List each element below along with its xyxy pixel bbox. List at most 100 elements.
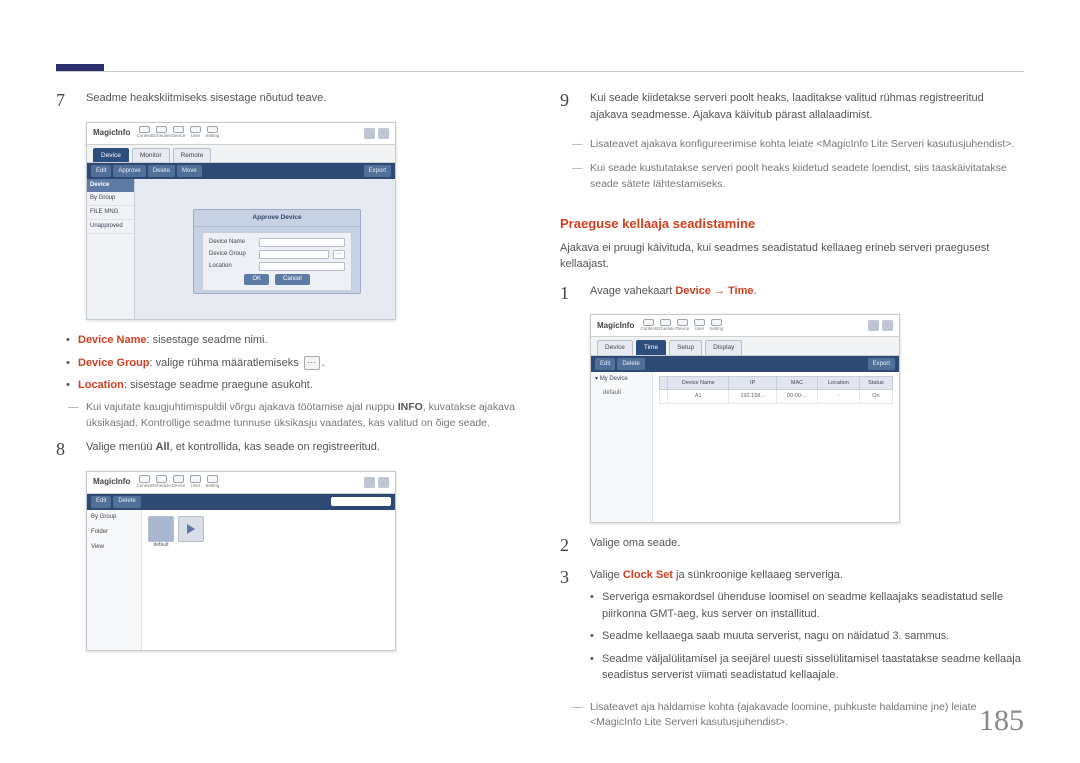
table-row: A1 192.168... 00-00-... - On [660, 390, 893, 403]
btn-move: Move [177, 165, 202, 177]
screenshot-device-time: MagicInfo Content Schedule Device User S… [590, 314, 900, 523]
tile-row: default [142, 510, 395, 556]
step3-note: Lisateavet aja haldamise kohta (ajakavad… [560, 700, 1024, 732]
header-accent-bar [56, 64, 104, 71]
step-3: 3 Valige Clock Set ja sünkroonige kellaa… [560, 567, 1024, 690]
step-text: Kui seade kiidetakse serveri poolt heaks… [590, 90, 1024, 127]
step-number: 8 [56, 439, 74, 461]
page-number: 185 [979, 698, 1024, 743]
btn-export: Export [868, 358, 895, 370]
ss-logo: MagicInfo [597, 320, 634, 332]
step9-note1: Lisateavet ajakava konfigureerimise koht… [560, 137, 1024, 153]
dialog-body: Device Name Device Group··· Location OK … [202, 232, 352, 291]
setting-icon: Setting [710, 319, 722, 333]
step-1: 1 Avage vahekaart Device → Time. [560, 283, 1024, 305]
step-2: 2 Valige oma seade. [560, 535, 1024, 557]
step-text: Seadme heakskiitmiseks sisestage nõutud … [86, 90, 520, 107]
ss-nav-icons: Content Schedule Device User Setting [138, 475, 218, 489]
ss-tree: ▾ My Device default [591, 372, 653, 522]
btn-export: Export [364, 165, 391, 177]
tab-monitor: Monitor [132, 148, 170, 163]
device-icon: Device [676, 319, 688, 333]
ss-right-icons [364, 477, 389, 488]
user-icon: User [693, 319, 705, 333]
schedule-icon: Schedule [155, 126, 167, 140]
step-number: 2 [560, 535, 578, 557]
dialog-title: Approve Device [194, 210, 360, 227]
ok-button: OK [244, 274, 269, 285]
btn-delete: Delete [148, 165, 175, 177]
step-text: Valige menüü All, et kontrollida, kas se… [86, 439, 520, 456]
tab-device: Device [93, 148, 129, 163]
step-text: Valige oma seade. [590, 535, 1024, 552]
tab-setup: Setup [669, 340, 702, 355]
ss-body: ▾ My Device default Device Name IP MAC L… [591, 372, 899, 522]
ss-toolbar: Edit Delete Export [591, 356, 899, 372]
ss-logo: MagicInfo [93, 127, 130, 139]
list-item: Seadme väljalülitamisel ja seejärel uues… [590, 651, 1024, 684]
tab-time: Time [636, 340, 666, 355]
user-icon: User [189, 126, 201, 140]
step-text: Valige Clock Set ja sünkroonige kellaaeg… [590, 567, 1024, 690]
btn-edit: Edit [595, 358, 615, 370]
device-icon: Device [172, 475, 184, 489]
btn-edit: Edit [91, 496, 111, 508]
content-icon: Content [138, 126, 150, 140]
cancel-button: Cancel [275, 274, 310, 285]
folder-tile [148, 516, 174, 542]
ss-main: Approve Device Device Name Device Group·… [135, 179, 395, 319]
device-name-field [259, 238, 345, 247]
ss-sidebar: By Group Folder View [87, 510, 142, 650]
tab-remote: Remote [173, 148, 212, 163]
section-title: Praeguse kellaaja seadistamine [560, 214, 1024, 234]
step-number: 3 [560, 567, 578, 589]
content-columns: 7 Seadme heakskiitmiseks sisestage nõutu… [56, 90, 1024, 739]
group-picker-btn: ··· [333, 250, 345, 259]
user-icon: User [189, 475, 201, 489]
schedule-icon: Schedule [659, 319, 671, 333]
schedule-icon: Schedule [155, 475, 167, 489]
group-ellipsis-icon: ··· [304, 356, 320, 370]
list-item: Seadme kellaaega saab muuta serverist, n… [590, 628, 1024, 645]
btn-delete: Delete [617, 358, 644, 370]
right-column: 9 Kui seade kiidetakse serveri poolt hea… [560, 90, 1024, 739]
ss-main: Device Name IP MAC Location Status A1 19… [653, 372, 899, 522]
bullet-device-name: Device Name: sisestage seadme nimi. [66, 332, 520, 349]
step-9: 9 Kui seade kiidetakse serveri poolt hea… [560, 90, 1024, 127]
header-divider [56, 71, 1024, 72]
step9-note2: Kui seade kustutatakse serveri poolt hea… [560, 161, 1024, 193]
screenshot-approve-device: MagicInfo Content Schedule Device User S… [86, 122, 396, 321]
side-head: Device [87, 179, 134, 192]
step7-bullets: Device Name: sisestage seadme nimi. Devi… [66, 332, 520, 394]
ss-toolbar: Edit Approve Delete Move Export [87, 163, 395, 179]
step-text: Avage vahekaart Device → Time. [590, 283, 1024, 300]
step7-note: Kui vajutate kaugjuhtimispuldil võrgu aj… [56, 400, 520, 432]
ss-header: MagicInfo Content Schedule Device User S… [87, 123, 395, 145]
tree-child: default [591, 387, 652, 400]
ss-body: Device By Group FILE MNG Unapproved Appr… [87, 179, 395, 319]
ss-header: MagicInfo Content Schedule Device User S… [591, 315, 899, 337]
ss-nav-icons: Content Schedule Device User Setting [642, 319, 722, 333]
step-number: 7 [56, 90, 74, 112]
ss-right-icons [364, 128, 389, 139]
bullet-device-group: Device Group: valige rühma määratlemisek… [66, 355, 520, 372]
section-lead: Ajakava ei pruugi käivituda, kui seadmes… [560, 240, 1024, 273]
ss-logo: MagicInfo [93, 476, 130, 488]
list-item: Serveriga esmakordsel ühenduse loomisel … [590, 589, 1024, 622]
bullet-location: Location: sisestage seadme praegune asuk… [66, 377, 520, 394]
location-field [259, 262, 345, 271]
tab-display: Display [705, 340, 742, 355]
ss-header: MagicInfo Content Schedule Device User S… [87, 472, 395, 494]
ss-right-icons [868, 320, 893, 331]
tree-root: ▾ My Device [591, 372, 652, 387]
search-box [331, 497, 391, 506]
device-icon: Device [172, 126, 184, 140]
device-group-field [259, 250, 329, 259]
step-7: 7 Seadme heakskiitmiseks sisestage nõutu… [56, 90, 520, 112]
btn-approve: Approve [113, 165, 145, 177]
btn-delete: Delete [113, 496, 140, 508]
ss-sidebar: Device By Group FILE MNG Unapproved [87, 179, 135, 319]
ss-tabs: Device Monitor Remote [87, 145, 395, 164]
screenshot-all-devices: MagicInfo Content Schedule Device User S… [86, 471, 396, 651]
device-table: Device Name IP MAC Location Status A1 19… [659, 376, 893, 404]
